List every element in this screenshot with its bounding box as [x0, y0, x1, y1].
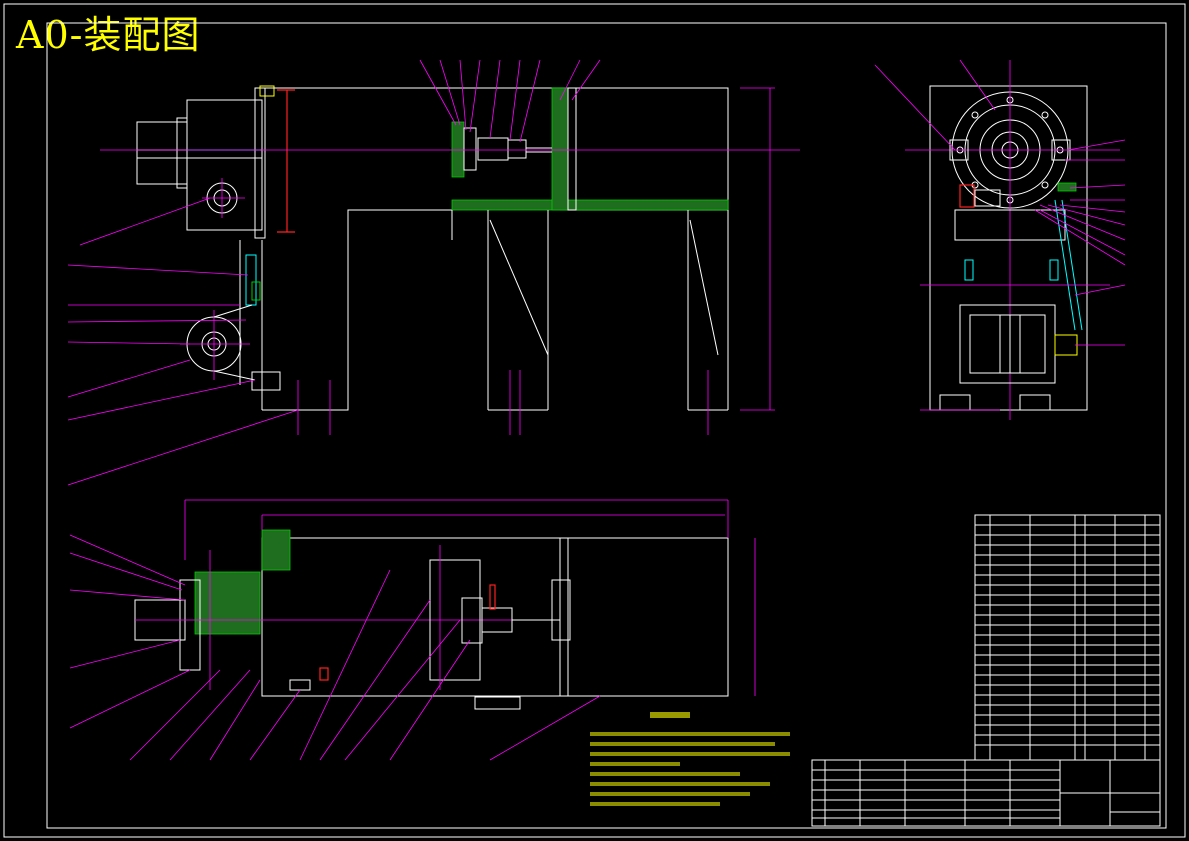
- side-view: [905, 60, 1120, 420]
- parts-list: [811, 514, 1161, 827]
- assembly-drawing: [3, 3, 1186, 838]
- top-view-leaders: [69, 534, 601, 761]
- front-view: [100, 85, 800, 435]
- sheet-frame: [3, 3, 1186, 838]
- technical-notes: [590, 712, 790, 806]
